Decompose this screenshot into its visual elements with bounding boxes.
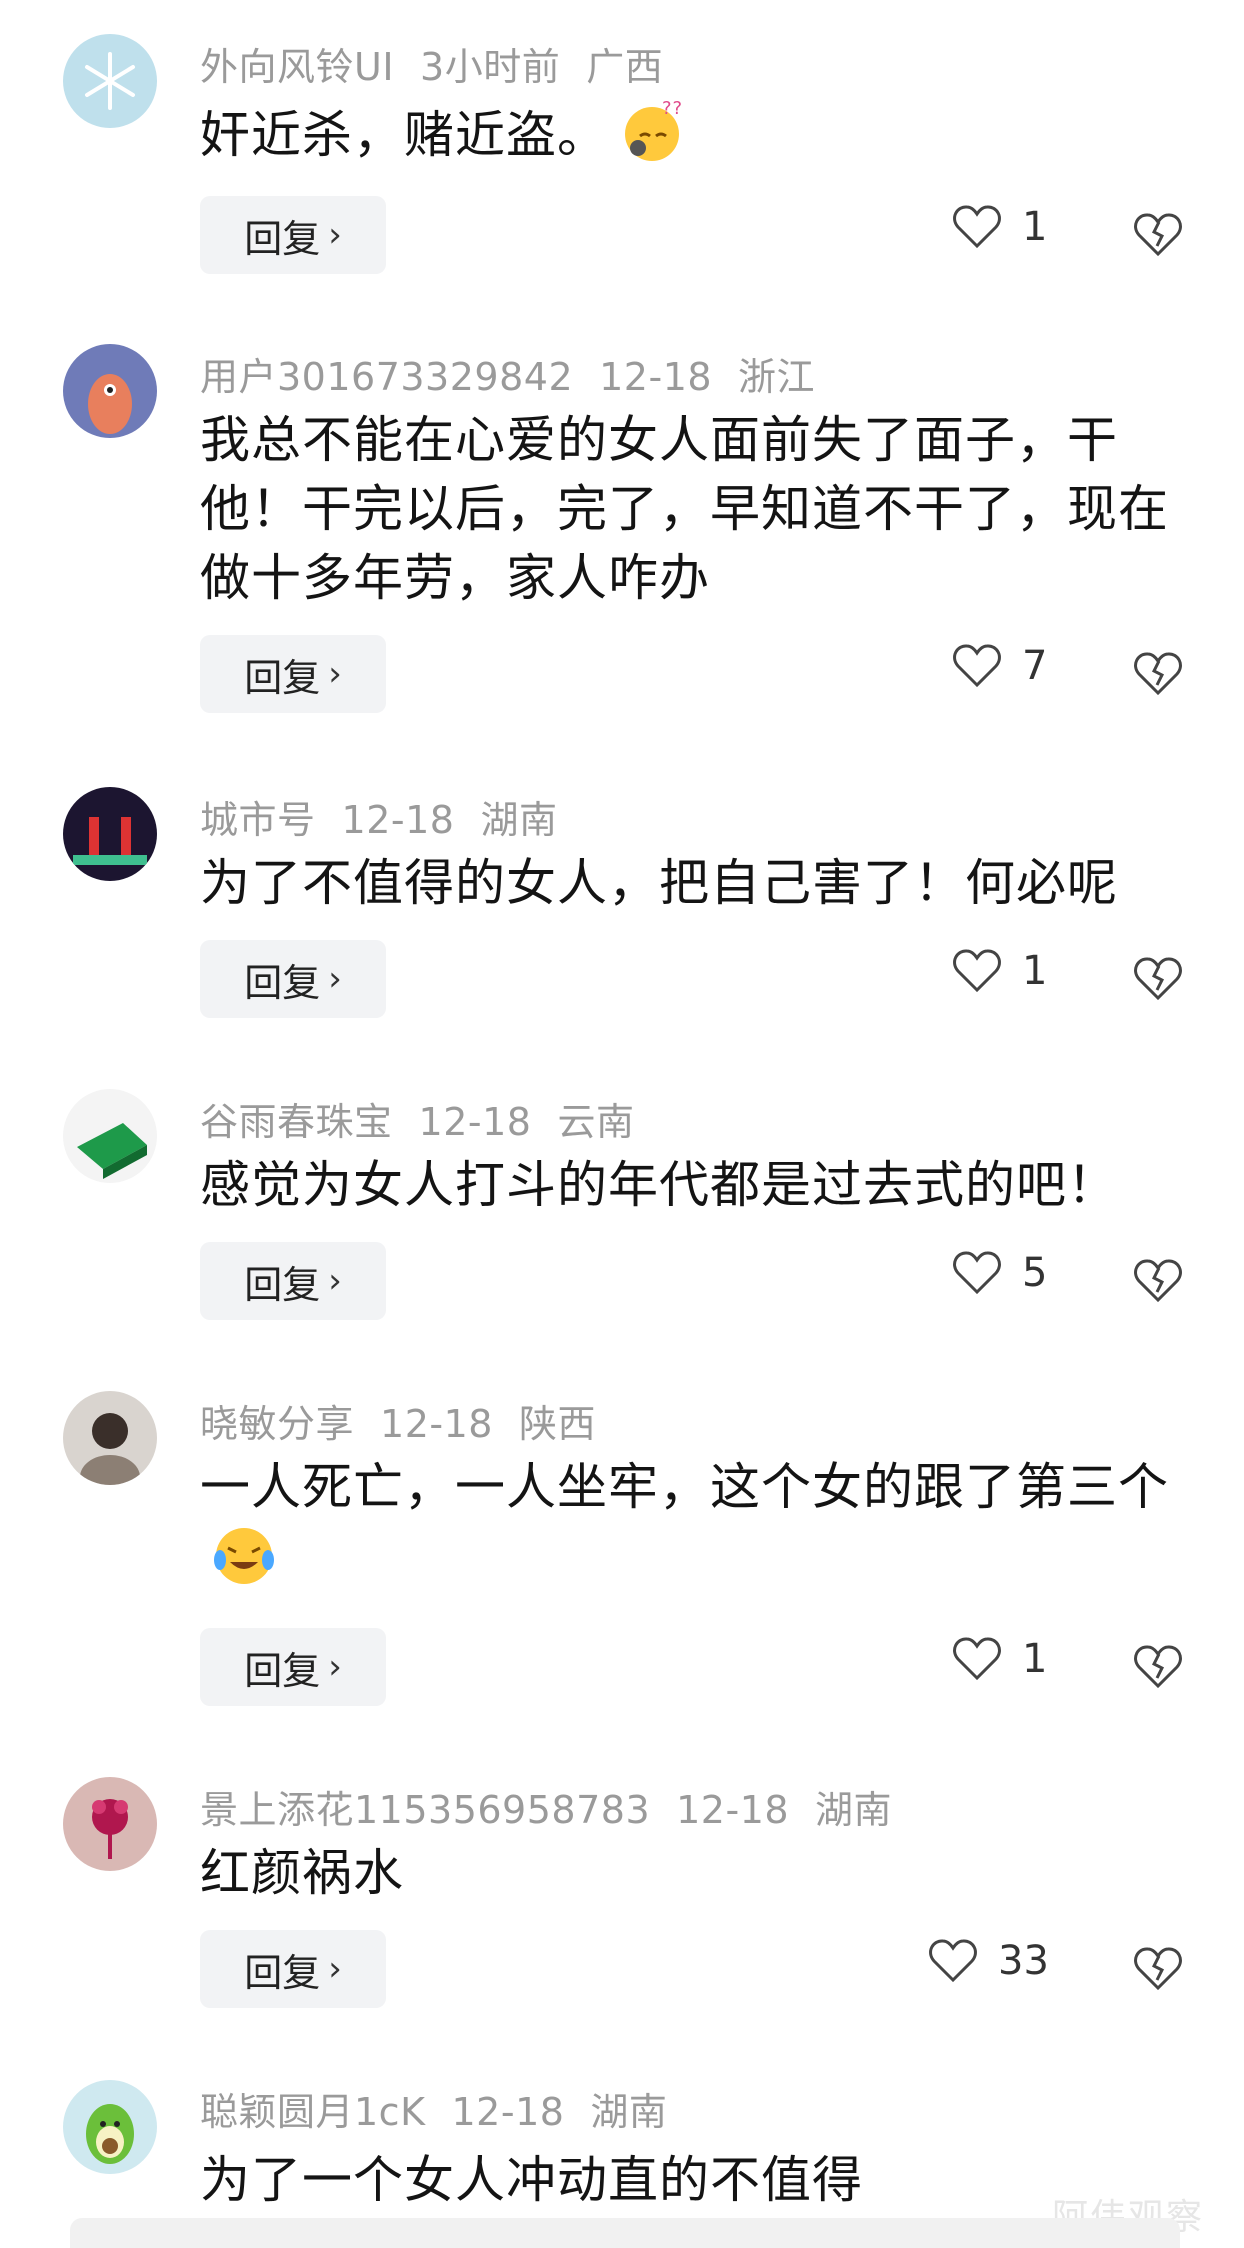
avatar[interactable]: [63, 1391, 157, 1485]
like-button[interactable]: 1: [952, 1636, 1047, 1682]
comment-location: 湖南: [590, 2090, 668, 2134]
comment-meta: 用户301673329842 12-18 浙江: [200, 346, 841, 401]
avatar[interactable]: [63, 344, 157, 438]
heart-icon: [953, 949, 1001, 993]
comment-time: 3小时前: [420, 45, 561, 89]
comment-location: 广西: [586, 45, 664, 89]
comment-time: 12-18: [451, 2090, 565, 2134]
broken-heart-icon[interactable]: [1132, 952, 1184, 1004]
heart-icon: [953, 1251, 1001, 1295]
comment-text: 为了一个女人冲动直的不值得: [200, 2151, 863, 2209]
reply-button[interactable]: 回复 ›: [200, 1242, 386, 1320]
heart-icon: [953, 644, 1001, 688]
chevron-right-icon: ›: [328, 1261, 342, 1301]
broken-heart-icon[interactable]: [1132, 1942, 1184, 1994]
city-night-icon: [73, 817, 147, 865]
chevron-right-icon: ›: [328, 215, 342, 255]
username[interactable]: 城市号: [200, 798, 316, 842]
comment-text: 我总不能在心爱的女人面前失了面子，干他！干完以后，完了，早知道不干了，现在做十多…: [200, 411, 1169, 607]
like-count: 1: [1022, 948, 1048, 994]
username[interactable]: 外向风铃UI: [200, 45, 394, 89]
like-count: 7: [1022, 643, 1048, 689]
comment-text: 感觉为女人打斗的年代都是过去式的吧！: [200, 1156, 1118, 1214]
like-count: 1: [1022, 204, 1048, 250]
reply-button[interactable]: 回复 ›: [200, 635, 386, 713]
comment-meta: 谷雨春珠宝 12-18 云南: [200, 1091, 660, 1146]
like-button[interactable]: 1: [952, 948, 1047, 994]
cartoon-avatar-icon: [88, 374, 132, 434]
username[interactable]: 晓敏分享: [200, 1402, 354, 1446]
chevron-right-icon: ›: [328, 959, 342, 999]
heart-icon: [953, 1637, 1001, 1681]
comment-text: 一人死亡，一人坐牢，这个女的跟了第三个: [200, 1453, 1180, 1596]
comment-location: 陕西: [518, 1402, 596, 1446]
comment-time: 12-18: [341, 798, 455, 842]
avatar[interactable]: [63, 34, 157, 128]
like-button[interactable]: 1: [952, 204, 1047, 250]
comment-meta: 景上添花115356958783 12-18 湖南: [200, 1779, 918, 1834]
reply-button[interactable]: 回复 ›: [200, 1930, 386, 2008]
broken-heart-icon[interactable]: [1132, 1254, 1184, 1306]
svg-text:??: ??: [662, 98, 683, 119]
thinking-sleepy-emoji-icon: ??: [625, 98, 683, 161]
broken-heart-icon[interactable]: [1132, 647, 1184, 699]
comment-meta: 聪颖圆月1cK 12-18 湖南: [200, 2081, 693, 2136]
jade-product-icon: [77, 1123, 147, 1179]
like-button[interactable]: 7: [952, 643, 1047, 689]
like-button[interactable]: 33: [928, 1938, 1049, 1984]
avatar[interactable]: [63, 1777, 157, 1871]
reply-button[interactable]: 回复 ›: [200, 196, 386, 274]
comment-location: 云南: [557, 1100, 635, 1144]
crying-laughing-emoji-icon: [214, 1528, 274, 1584]
comment-text: 为了不值得的女人，把自己害了！何必呢: [200, 854, 1118, 912]
avatar[interactable]: [63, 1089, 157, 1183]
comment-text: 红颜祸水: [200, 1844, 404, 1902]
comment-location: 湖南: [480, 798, 558, 842]
chevron-right-icon: ›: [328, 1647, 342, 1687]
like-button[interactable]: 5: [952, 1250, 1047, 1296]
comment-meta: 晓敏分享 12-18 陕西: [200, 1393, 622, 1448]
broken-heart-icon[interactable]: [1132, 208, 1184, 260]
person-photo-icon: [80, 1413, 140, 1485]
username[interactable]: 谷雨春珠宝: [200, 1100, 393, 1144]
heart-icon: [929, 1939, 977, 1983]
bottom-input-bar[interactable]: [70, 2218, 1180, 2248]
avatar[interactable]: [63, 787, 157, 881]
comment-time: 12-18: [676, 1788, 790, 1832]
chevron-right-icon: ›: [328, 654, 342, 694]
like-count: 5: [1022, 1250, 1048, 1296]
broken-heart-icon[interactable]: [1132, 1640, 1184, 1692]
comment-meta: 城市号 12-18 湖南: [200, 789, 583, 844]
comment-text: 奸近杀，赌近盗。??: [200, 96, 1180, 170]
comment-location: 浙江: [738, 355, 816, 399]
snowflake-icon: [85, 52, 135, 110]
comment-time: 12-18: [418, 1100, 532, 1144]
chevron-right-icon: ›: [328, 1949, 342, 1989]
username[interactable]: 聪颖圆月1cK: [200, 2090, 426, 2134]
comment-meta: 外向风铃UI 3小时前 广西: [200, 36, 689, 91]
comment-location: 湖南: [815, 1788, 893, 1832]
heart-icon: [953, 205, 1001, 249]
reply-button[interactable]: 回复 ›: [200, 940, 386, 1018]
like-count: 1: [1022, 1636, 1048, 1682]
reply-button[interactable]: 回复 ›: [200, 1628, 386, 1706]
comment-time: 12-18: [599, 355, 713, 399]
like-count: 33: [998, 1938, 1049, 1984]
username[interactable]: 景上添花115356958783: [200, 1788, 650, 1832]
username[interactable]: 用户301673329842: [200, 355, 573, 399]
flower-avatar-icon: [92, 1799, 128, 1859]
comment-time: 12-18: [380, 1402, 493, 1446]
